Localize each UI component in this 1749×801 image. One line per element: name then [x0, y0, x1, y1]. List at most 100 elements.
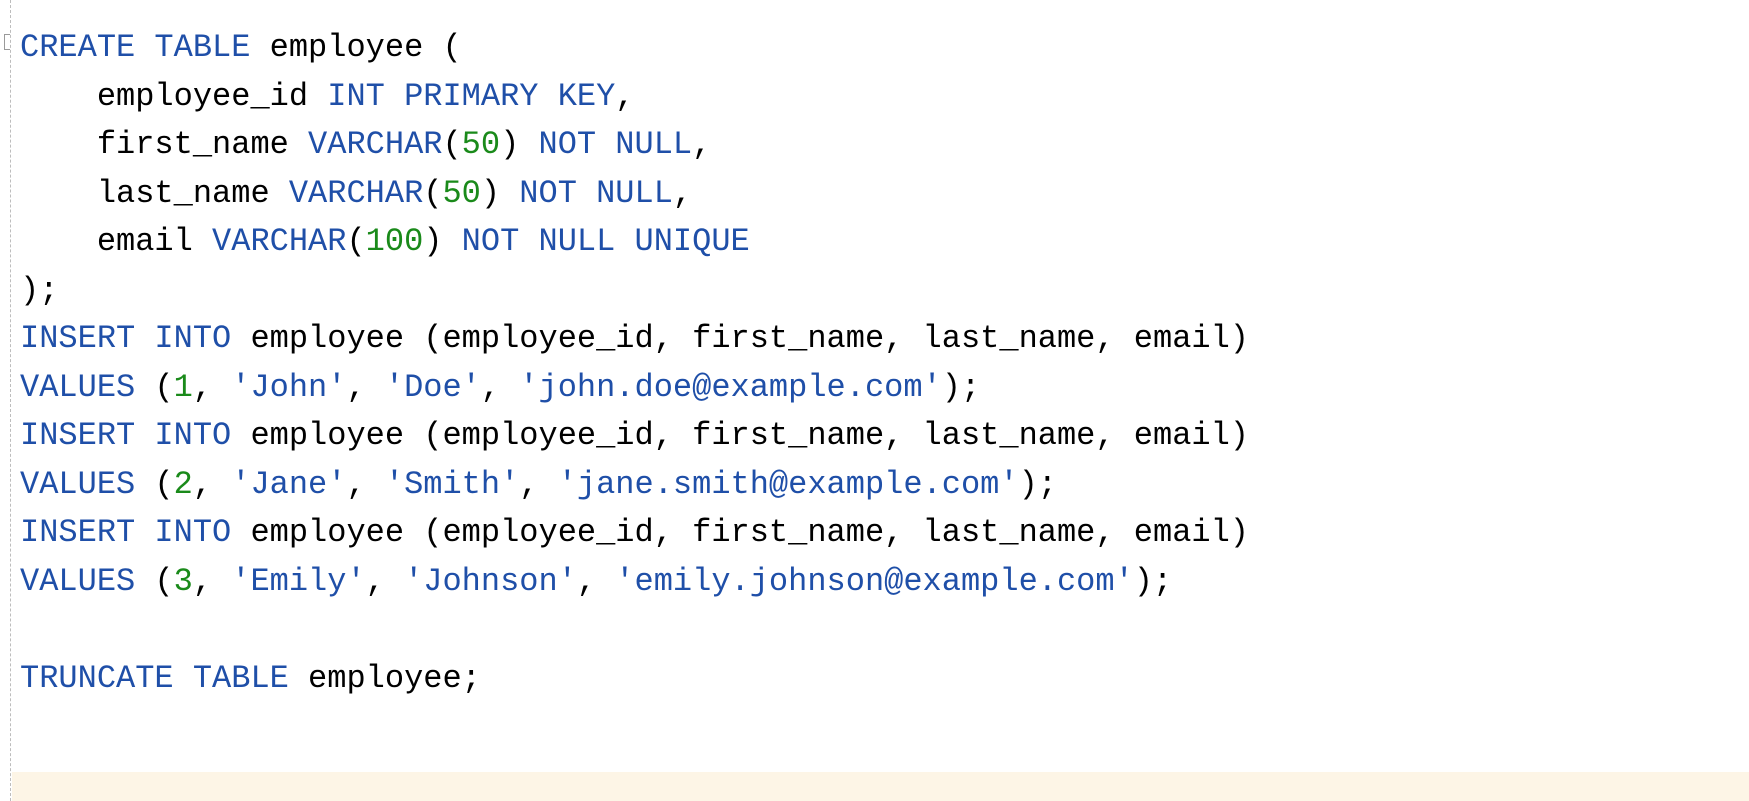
sql-punctuation: )	[500, 126, 520, 163]
sql-identifier	[174, 660, 193, 697]
sql-identifier	[577, 175, 596, 212]
sql-string: 'Doe'	[384, 368, 481, 406]
code-line[interactable]	[20, 606, 1749, 655]
sql-punctuation: ,	[615, 77, 635, 115]
sql-keyword: NOT	[538, 126, 597, 163]
sql-keyword: VARCHAR	[288, 174, 424, 212]
code-line[interactable]: first_name VARCHAR(50) NOT NULL,	[20, 121, 1749, 170]
gutter-fold-guide	[10, 0, 11, 801]
sql-string: 'John'	[231, 368, 347, 406]
sql-keyword: INT	[327, 77, 385, 115]
sql-number: 3	[173, 562, 193, 600]
sql-identifier: email	[20, 223, 213, 260]
sql-keyword: NOT	[461, 223, 520, 260]
sql-identifier	[135, 417, 154, 454]
sql-identifier	[442, 223, 461, 260]
sql-identifier	[519, 126, 538, 163]
sql-keyword: UNIQUE	[634, 223, 750, 260]
sql-punctuation: ,	[576, 562, 616, 600]
sql-identifier	[519, 223, 538, 260]
sql-punctuation: (	[346, 223, 366, 260]
sql-identifier: employee;	[288, 659, 481, 697]
sql-identifier: employee	[250, 29, 443, 66]
sql-punctuation: (	[135, 368, 174, 406]
code-line[interactable]: );	[20, 267, 1749, 316]
sql-keyword: VALUES	[20, 368, 136, 406]
sql-keyword: INTO	[154, 514, 232, 551]
sql-punctuation: (	[423, 174, 443, 212]
sql-identifier: first_name	[20, 126, 309, 163]
sql-keyword: VALUES	[20, 562, 136, 600]
sql-string: 'john.doe@example.com'	[519, 368, 942, 406]
sql-identifier	[500, 175, 519, 212]
code-area[interactable]: CREATE TABLE employee ( employee_id INT …	[20, 24, 1749, 703]
sql-keyword: TABLE	[192, 659, 289, 697]
sql-identifier	[135, 514, 154, 551]
sql-identifier	[615, 223, 634, 260]
sql-identifier: employee_id	[20, 77, 328, 115]
sql-punctuation: (	[135, 465, 174, 503]
sql-identifier	[135, 320, 154, 357]
sql-keyword: CREATE	[20, 29, 136, 66]
sql-keyword: NULL	[538, 223, 616, 260]
sql-keyword: INSERT	[20, 514, 136, 551]
sql-punctuation: );	[20, 271, 59, 309]
sql-punctuation: ,	[192, 465, 232, 503]
sql-keyword: VARCHAR	[212, 223, 347, 260]
sql-keyword: NOT	[519, 174, 577, 212]
sql-editor[interactable]: CREATE TABLE employee ( employee_id INT …	[0, 0, 1749, 801]
sql-string: 'Smith'	[384, 465, 520, 503]
sql-keyword: NULL	[615, 126, 693, 163]
sql-keyword: INTO	[154, 417, 232, 454]
code-line[interactable]: INSERT INTO employee (employee_id, first…	[20, 509, 1749, 558]
sql-string: 'Emily'	[231, 562, 366, 600]
code-line[interactable]: INSERT INTO employee (employee_id, first…	[20, 315, 1749, 364]
code-line[interactable]: TRUNCATE TABLE employee;	[20, 655, 1749, 704]
sql-keyword: INSERT	[20, 320, 136, 357]
sql-punctuation: ,	[365, 562, 405, 600]
sql-punctuation: );	[1018, 465, 1057, 503]
sql-identifier: last_name	[20, 174, 289, 212]
sql-number: 2	[173, 465, 193, 503]
sql-keyword: INSERT	[20, 417, 136, 454]
sql-string: 'jane.smith@example.com'	[557, 465, 1019, 503]
sql-keyword: PRIMARY	[404, 77, 539, 115]
code-line[interactable]: VALUES (1, 'John', 'Doe', 'john.doe@exam…	[20, 364, 1749, 413]
sql-number: 100	[365, 223, 424, 260]
sql-punctuation: (	[442, 126, 462, 163]
code-line[interactable]: VALUES (2, 'Jane', 'Smith', 'jane.smith@…	[20, 461, 1749, 510]
sql-string: 'Jane'	[231, 465, 347, 503]
sql-keyword: TRUNCATE	[20, 659, 174, 697]
sql-punctuation: )	[423, 223, 443, 260]
sql-punctuation: (	[135, 562, 174, 600]
sql-number: 50	[461, 126, 501, 163]
code-line[interactable]: employee_id INT PRIMARY KEY,	[20, 73, 1749, 122]
sql-punctuation: ,	[692, 126, 712, 163]
sql-keyword: INTO	[154, 320, 232, 357]
sql-punctuation: );	[1133, 562, 1173, 600]
sql-punctuation: ,	[346, 368, 385, 406]
sql-identifier: employee (employee_id, first_name, last_…	[231, 417, 1249, 454]
current-line-highlight	[12, 772, 1749, 801]
sql-punctuation: ,	[480, 368, 520, 406]
sql-identifier	[538, 78, 557, 115]
sql-punctuation: ,	[192, 562, 232, 600]
code-line[interactable]: last_name VARCHAR(50) NOT NULL,	[20, 170, 1749, 219]
code-line[interactable]: CREATE TABLE employee (	[20, 24, 1749, 73]
sql-keyword: TABLE	[154, 29, 251, 66]
sql-number: 1	[173, 368, 193, 406]
code-line[interactable]: email VARCHAR(100) NOT NULL UNIQUE	[20, 218, 1749, 267]
sql-string: 'Johnson'	[404, 562, 577, 600]
sql-punctuation: (	[442, 29, 462, 66]
code-line[interactable]: VALUES (3, 'Emily', 'Johnson', 'emily.jo…	[20, 558, 1749, 607]
fold-collapse-icon[interactable]	[4, 34, 10, 50]
sql-punctuation: ,	[346, 465, 385, 503]
sql-punctuation: ,	[672, 174, 693, 212]
sql-punctuation: );	[941, 368, 981, 406]
sql-identifier: employee (employee_id, first_name, last_…	[231, 514, 1249, 551]
code-line[interactable]: INSERT INTO employee (employee_id, first…	[20, 412, 1749, 461]
sql-string: 'emily.johnson@example.com'	[615, 562, 1134, 600]
sql-punctuation: ,	[519, 465, 558, 503]
sql-keyword: VALUES	[20, 465, 136, 503]
sql-keyword: KEY	[557, 77, 616, 115]
